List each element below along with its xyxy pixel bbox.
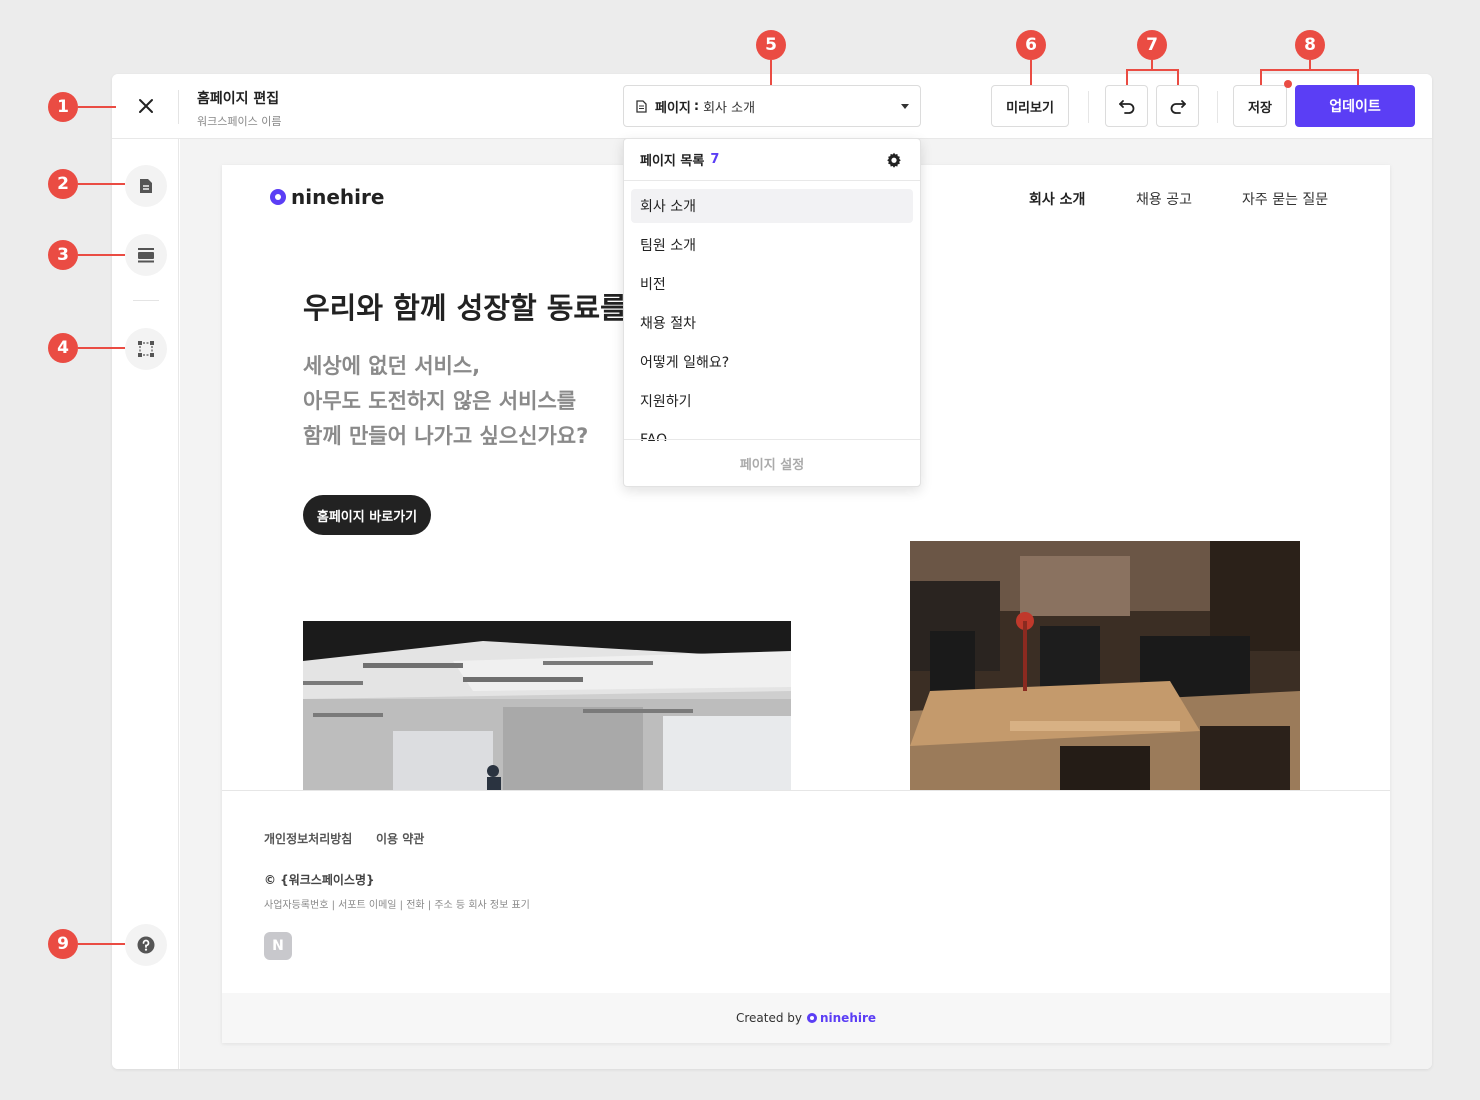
close-icon xyxy=(139,99,153,113)
redo-icon xyxy=(1170,100,1186,114)
annotation-line xyxy=(1030,60,1032,85)
annotation-line xyxy=(78,254,125,256)
page-list-item[interactable]: 어떻게 일해요? xyxy=(631,345,913,379)
footer-divider xyxy=(222,790,1390,791)
chevron-down-icon xyxy=(901,104,909,109)
terms-link[interactable]: 이용 약관 xyxy=(376,830,424,847)
preview-button[interactable]: 미리보기 xyxy=(991,85,1069,127)
layout-icon xyxy=(138,248,154,263)
homepage-link-button[interactable]: 홈페이지 바로가기 xyxy=(303,495,431,535)
annotation-marker-4: 4 xyxy=(48,333,78,363)
annotation-line xyxy=(1260,69,1262,85)
editor-topbar: 홈페이지 편집 워크스페이스 이름 페이지 : 회사 소개 미리보기 저장 업데… xyxy=(112,74,1432,139)
created-by-text: Created by xyxy=(735,1011,802,1025)
naver-badge-icon[interactable]: N xyxy=(264,932,292,960)
annotation-line xyxy=(78,347,125,349)
layout-button[interactable] xyxy=(125,234,167,276)
annotation-line xyxy=(1126,69,1128,85)
site-nav-faq[interactable]: 자주 묻는 질문 xyxy=(1242,189,1328,209)
logo-text: ninehire xyxy=(291,185,385,209)
annotation-marker-5: 5 xyxy=(756,30,786,60)
page-list: 회사 소개 팀원 소개 비전 채용 절차 어떻게 일해요? 지원하기 FAQ xyxy=(624,189,920,441)
hero-subtitle-line: 함께 만들어 나가고 싶으신가요? xyxy=(303,424,589,448)
save-button[interactable]: 저장 xyxy=(1233,85,1287,127)
logo-mark-icon xyxy=(270,189,286,205)
annotation-line xyxy=(1260,69,1359,71)
page-list-count: 7 xyxy=(710,152,720,167)
page-list-item[interactable]: 회사 소개 xyxy=(631,189,913,223)
hero-subtitle: 세상에 없던 서비스, 아무도 도전하지 않은 서비스를 함께 만들어 나가고 … xyxy=(303,349,588,454)
unsaved-indicator xyxy=(1284,80,1292,88)
page-list-header: 페이지 목록 7 xyxy=(624,139,920,181)
annotation-line xyxy=(770,60,772,85)
privacy-policy-link[interactable]: 개인정보처리방침 xyxy=(264,830,352,847)
ninehire-logo-icon xyxy=(806,1013,817,1023)
site-nav-about[interactable]: 회사 소개 xyxy=(1029,189,1085,209)
page-list-item[interactable]: 채용 절차 xyxy=(631,306,913,340)
annotation-line xyxy=(1177,69,1179,85)
annotation-marker-3: 3 xyxy=(48,240,78,270)
divider xyxy=(133,300,159,301)
update-button[interactable]: 업데이트 xyxy=(1295,85,1415,127)
annotation-marker-9: 9 xyxy=(48,929,78,959)
page-list-item[interactable]: 비전 xyxy=(631,267,913,301)
office-photo-1 xyxy=(303,621,791,791)
editor-sidebar xyxy=(112,139,179,1069)
annotation-line xyxy=(1357,69,1359,85)
page-list-dropdown: 페이지 목록 7 회사 소개 팀원 소개 비전 채용 절차 어떻게 일해요? 지… xyxy=(623,138,921,487)
annotation-marker-7: 7 xyxy=(1137,30,1167,60)
annotation-line xyxy=(78,943,125,945)
created-by-bar: Created by ninehire xyxy=(222,993,1390,1043)
section-select-button[interactable] xyxy=(125,328,167,370)
help-button[interactable] xyxy=(125,924,167,966)
annotation-line xyxy=(78,183,125,185)
footer-copyright: © {워크스페이스명} xyxy=(264,873,375,887)
page-icon xyxy=(636,99,647,113)
annotation-marker-8: 8 xyxy=(1295,30,1325,60)
document-icon xyxy=(140,179,152,193)
editor-title-block: 홈페이지 편집 워크스페이스 이름 xyxy=(197,88,281,129)
site-logo[interactable]: ninehire xyxy=(270,185,384,209)
gear-icon[interactable] xyxy=(886,152,902,168)
annotation-marker-2: 2 xyxy=(48,169,78,199)
page-select-value: 회사 소개 xyxy=(703,100,756,116)
select-frame-icon xyxy=(138,341,154,357)
page-settings-button[interactable]: 페이지 설정 xyxy=(624,439,920,486)
page-select-separator: : xyxy=(693,98,700,114)
undo-button[interactable] xyxy=(1105,85,1148,127)
editor-window: 홈페이지 편집 워크스페이스 이름 페이지 : 회사 소개 미리보기 저장 업데… xyxy=(112,74,1432,1069)
footer-company-info: 사업자등록번호 | 서포트 이메일 | 전화 | 주소 등 회사 정보 표기 xyxy=(264,900,530,911)
hero-subtitle-line: 세상에 없던 서비스, xyxy=(303,354,481,378)
annotation-marker-1: 1 xyxy=(48,92,78,122)
annotation-line xyxy=(78,106,116,108)
office-photo-2 xyxy=(910,541,1300,791)
close-button[interactable] xyxy=(134,94,158,118)
pages-button[interactable] xyxy=(125,165,167,207)
page-select[interactable]: 페이지 : 회사 소개 xyxy=(623,85,921,127)
divider xyxy=(1088,91,1089,123)
page-select-label: 페이지 xyxy=(655,100,691,116)
editor-title: 홈페이지 편집 xyxy=(197,91,280,107)
help-icon xyxy=(137,936,155,954)
created-by-brand[interactable]: ninehire xyxy=(820,1011,876,1025)
site-nav-jobs[interactable]: 채용 공고 xyxy=(1136,189,1192,209)
undo-icon xyxy=(1118,100,1134,114)
page-list-title: 페이지 목록 xyxy=(640,154,705,169)
divider xyxy=(178,90,179,124)
page-list-item[interactable]: 지원하기 xyxy=(631,384,913,418)
divider xyxy=(1217,91,1218,123)
annotation-marker-6: 6 xyxy=(1016,30,1046,60)
hero-subtitle-line: 아무도 도전하지 않은 서비스를 xyxy=(303,389,577,413)
annotation-line xyxy=(1126,69,1178,71)
workspace-name: 워크스페이스 이름 xyxy=(197,115,282,128)
page-list-item[interactable]: 팀원 소개 xyxy=(631,228,913,262)
redo-button[interactable] xyxy=(1156,85,1199,127)
